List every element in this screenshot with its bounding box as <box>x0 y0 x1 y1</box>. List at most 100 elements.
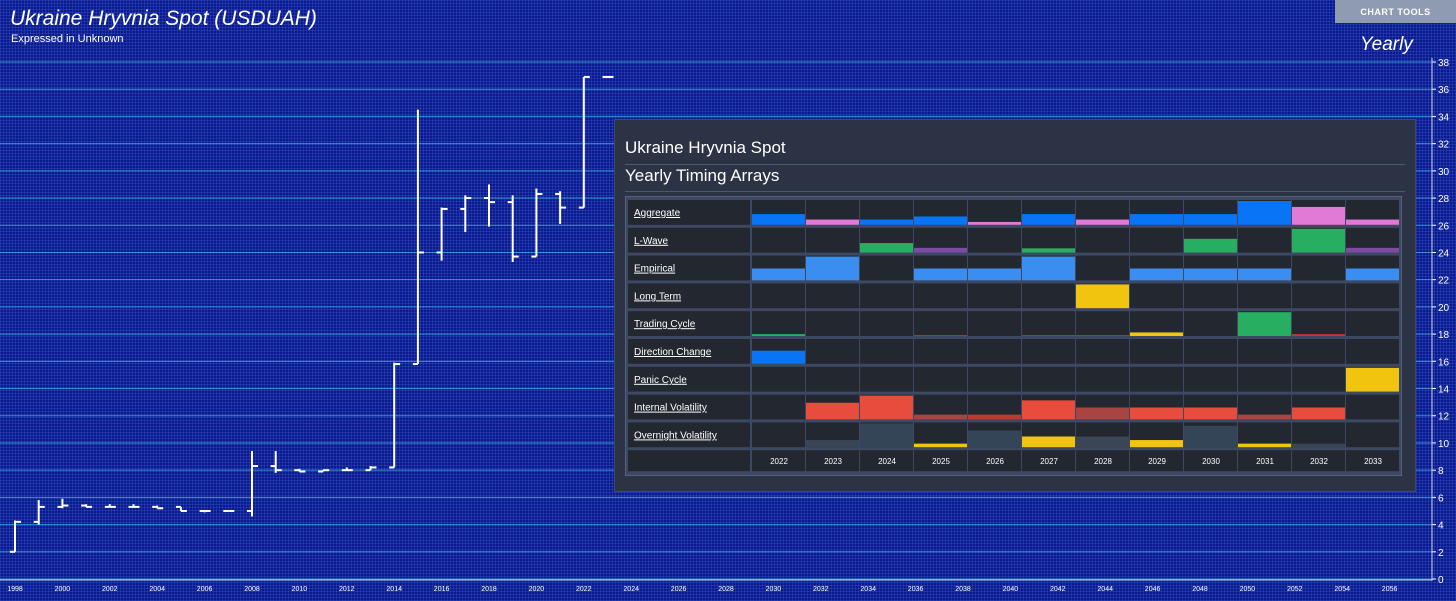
chart-tools-button[interactable]: CHART TOOLS <box>1335 0 1456 23</box>
y-tick-label: 30 <box>1438 167 1450 178</box>
timing-cell <box>1292 422 1345 448</box>
x-tick-label: 2006 <box>197 586 213 593</box>
timing-cell-bar <box>860 395 913 420</box>
timing-cell <box>1130 283 1183 309</box>
timing-cell <box>1238 339 1291 364</box>
timing-cell <box>752 366 805 392</box>
row-label: Empirical <box>634 264 675 275</box>
timing-cell <box>860 255 913 281</box>
timing-cell-bar <box>806 402 859 420</box>
timing-cell-bar <box>1292 443 1345 448</box>
timing-cell <box>1184 227 1237 253</box>
timing-cell-bg <box>860 283 913 309</box>
timing-cell <box>1292 200 1345 225</box>
timing-cell <box>1022 422 1075 448</box>
timing-cell-bg <box>1184 366 1237 392</box>
timing-cell-bg <box>806 227 859 253</box>
timing-cell-bar <box>914 443 967 448</box>
timing-cell-bg <box>1292 366 1345 392</box>
timing-cell-bg <box>1292 339 1345 364</box>
timing-cell-bar <box>752 268 805 281</box>
x-tick-label: 2042 <box>1050 586 1066 593</box>
timing-cell-bar <box>752 350 805 364</box>
timing-cell-bg <box>1238 366 1291 392</box>
timing-cell-bar <box>1022 436 1075 448</box>
ohlc-bar <box>365 466 377 472</box>
x-tick-label: 2000 <box>55 586 71 593</box>
x-tick-label: 2054 <box>1334 586 1350 593</box>
x-tick-label: 2024 <box>623 586 639 593</box>
timing-cell-bar <box>1076 219 1129 225</box>
x-tick-label: 2048 <box>1192 586 1208 593</box>
x-tick-label: 2002 <box>102 586 118 593</box>
timing-cell <box>914 339 967 364</box>
timing-cell <box>752 283 805 309</box>
ohlc-bar <box>460 195 472 233</box>
timing-cell-bg <box>806 366 859 392</box>
timing-cell <box>806 227 859 253</box>
timing-cell <box>806 394 859 420</box>
timing-cell <box>752 227 805 253</box>
timing-cell-bg <box>806 283 859 309</box>
timing-cell <box>1130 339 1183 364</box>
row-label: Internal Volatility <box>634 403 707 414</box>
x-tick-label: 2022 <box>576 586 592 593</box>
panel-subtitle: Yearly Timing Arrays <box>625 166 780 185</box>
timing-cell-bg <box>1130 311 1183 336</box>
ohlc-bar <box>555 191 567 224</box>
timing-cell <box>968 422 1021 448</box>
timing-cell <box>860 394 913 420</box>
ohlc-bar <box>531 188 543 258</box>
row-label: Aggregate <box>634 208 681 219</box>
timing-cell-bar <box>1184 425 1237 448</box>
timing-cell-bar <box>1184 268 1237 281</box>
x-tick-label: 2008 <box>244 586 260 593</box>
timing-cell-bg <box>752 366 805 392</box>
x-tick-label: 2032 <box>813 586 829 593</box>
timing-cell-bar <box>806 219 859 225</box>
timing-cell <box>1184 200 1237 225</box>
row-label-cell: Internal Volatility <box>628 394 750 420</box>
year-header-label: 2023 <box>824 457 842 466</box>
timing-cell <box>1022 255 1075 281</box>
timing-cell <box>1346 311 1399 336</box>
timing-cell-bg <box>914 422 967 448</box>
timing-cell-bg <box>806 311 859 336</box>
y-tick-label: 12 <box>1438 412 1450 423</box>
row-label: Direction Change <box>634 347 712 358</box>
timing-cell <box>1184 339 1237 364</box>
y-tick-label: 0 <box>1438 575 1444 586</box>
ohlc-bar <box>341 467 353 472</box>
timing-cell <box>806 339 859 364</box>
timing-cell-bg <box>914 339 967 364</box>
y-tick-label: 28 <box>1438 194 1450 205</box>
timing-cell-bg <box>968 227 1021 253</box>
timing-cell-bg <box>1238 283 1291 309</box>
row-label-cell: Overnight Volatility <box>628 422 750 448</box>
timing-cell <box>1238 394 1291 420</box>
timing-cell <box>1022 339 1075 364</box>
timing-cell-bg <box>1076 311 1129 336</box>
timing-cell <box>752 255 805 281</box>
timing-arrays-panel: Ukraine Hryvnia Spot Yearly Timing Array… <box>614 119 1416 492</box>
timing-cell-bar <box>1076 284 1129 309</box>
timing-cell-bg <box>1238 339 1291 364</box>
x-tick-label: 2020 <box>529 586 545 593</box>
y-tick-label: 20 <box>1438 303 1450 314</box>
timing-cell-bar <box>1130 440 1183 448</box>
row-label-cell: Trading Cycle <box>628 311 750 336</box>
x-tick-label: 2028 <box>718 586 734 593</box>
timing-cell-bar <box>1346 247 1399 253</box>
ohlc-bar <box>175 505 187 512</box>
period-label: Yearly <box>1360 34 1413 55</box>
timing-cell-bg <box>968 339 1021 364</box>
x-tick-label: 2026 <box>671 586 687 593</box>
timing-cell <box>914 283 967 309</box>
timing-cell-bar <box>752 334 805 336</box>
timing-cell <box>860 422 913 448</box>
timing-cell-bar <box>1130 214 1183 225</box>
timing-cell <box>968 394 1021 420</box>
timing-cell <box>968 339 1021 364</box>
timing-cell-bg <box>1184 283 1237 309</box>
ohlc-bar <box>33 500 45 525</box>
